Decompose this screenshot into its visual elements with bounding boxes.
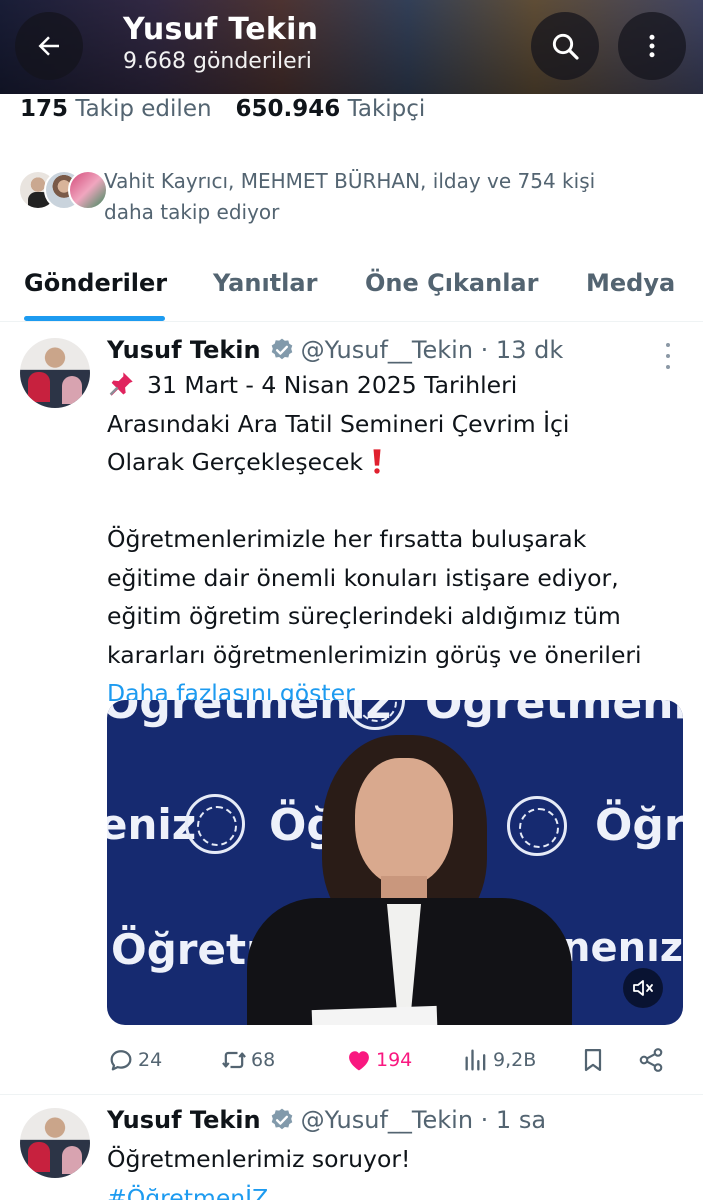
pushpin-icon <box>109 372 133 396</box>
post-handle-time: @Yusuf__Tekin · 13 dk <box>300 336 564 364</box>
mute-button[interactable] <box>623 968 663 1008</box>
mute-icon <box>633 980 653 996</box>
post-handle-time: @Yusuf__Tekin · 1 sa <box>300 1106 547 1134</box>
emblem-icon <box>507 796 567 856</box>
post-text-line: Öğretmenlerimizle her fırsatta buluşarak <box>107 525 587 553</box>
back-arrow-icon <box>38 36 59 56</box>
repost-icon <box>222 1051 246 1069</box>
follow-stats: 175 Takip edilen 650.946 Takipçi <box>20 96 425 122</box>
search-icon <box>552 33 579 60</box>
post-divider <box>0 1094 703 1095</box>
post-actions: 24 68 194 9,2B <box>107 1040 677 1080</box>
reply-button[interactable]: 24 <box>107 1040 162 1080</box>
back-button[interactable] <box>15 12 83 80</box>
tab-replies[interactable]: Yanıtlar <box>213 269 317 297</box>
post-count: 9.668 gönderileri <box>123 49 312 74</box>
followers-count: 650.946 <box>235 96 341 122</box>
profile-tabs: Gönderiler Yanıtlar Öne Çıkanlar Medya <box>0 256 703 322</box>
profile-name: Yusuf Tekin <box>123 12 319 47</box>
hashtag-link[interactable]: #ÖğretmenİZ <box>107 1179 692 1200</box>
tab-posts[interactable]: Gönderiler <box>24 269 167 297</box>
verified-badge-icon <box>271 338 292 360</box>
post-text: Öğretmenlerimiz soruyor! #ÖğretmenİZ <box>107 1140 692 1200</box>
more-options-button[interactable] <box>618 12 686 80</box>
bookmark-icon <box>584 1048 602 1072</box>
post-text-line: eğitim öğretim süreçlerindeki aldığımız … <box>107 602 621 630</box>
following-label: Takip edilen <box>75 96 212 122</box>
reply-icon <box>110 1050 132 1071</box>
verified-badge-icon <box>271 1108 292 1130</box>
tab-highlights[interactable]: Öne Çıkanlar <box>365 269 538 297</box>
like-count: 194 <box>376 1049 413 1071</box>
post-video[interactable]: Öğretmeniz Öğretmeniz eniz Öğre Öğre Öğr… <box>107 700 683 1025</box>
video-bg-text: eniz <box>107 800 197 849</box>
view-count: 9,2B <box>493 1049 537 1071</box>
video-bg-text: nenız <box>562 925 683 971</box>
post-text-line: Öğretmenlerimiz soruyor! <box>107 1145 411 1173</box>
followed-by-avatars <box>18 166 108 216</box>
share-button[interactable] <box>637 1040 668 1080</box>
video-person-face <box>355 758 453 886</box>
like-button[interactable]: 194 <box>345 1040 412 1080</box>
avatar[interactable] <box>20 338 90 408</box>
post-header: Yusuf Tekin @Yusuf__Tekin · 1 sa <box>107 1106 546 1134</box>
active-tab-indicator <box>24 316 165 321</box>
post-text: 31 Mart - 4 Nisan 2025 Tarihleri Arasınd… <box>107 366 692 713</box>
header-title: Yusuf Tekin 9.668 gönderileri <box>123 12 318 74</box>
followed-by[interactable]: Vahit Kayrıcı, MEHMET BÜRHAN, ilday ve 7… <box>18 166 678 228</box>
video-bg-text: Öğre <box>595 800 683 851</box>
repost-button[interactable]: 68 <box>220 1040 275 1080</box>
profile-header: Yusuf Tekin 9.668 gönderileri <box>0 0 703 94</box>
tab-media[interactable]: Medya <box>586 269 675 297</box>
post-text-line: 31 Mart - 4 Nisan 2025 Tarihleri <box>107 366 692 405</box>
views-button[interactable]: 9,2B <box>462 1040 536 1080</box>
post-text-line: Olarak Gerçekleşecek <box>107 443 692 482</box>
post-text-line-content: Olarak Gerçekleşecek <box>107 448 364 476</box>
post-text-line: Arasındaki Ara Tatil Semineri Çevrim İçi <box>107 409 570 438</box>
following-link[interactable]: 175 Takip edilen <box>20 96 212 122</box>
followed-by-line: Vahit Kayrıcı, MEHMET BÜRHAN, ilday ve 7… <box>104 169 596 193</box>
followers-label: Takipçi <box>347 96 426 122</box>
following-count: 175 <box>20 96 69 122</box>
exclamation-icon <box>373 449 381 474</box>
more-vertical-icon <box>649 34 655 58</box>
avatar[interactable] <box>20 1108 90 1178</box>
like-icon <box>349 1051 369 1071</box>
followed-by-text: Vahit Kayrıcı, MEHMET BÜRHAN, ilday ve 7… <box>104 166 595 228</box>
followers-link[interactable]: 650.946 Takipçi <box>236 96 426 122</box>
post-author-name[interactable]: Yusuf Tekin <box>107 1106 261 1134</box>
followed-by-line: daha takip ediyor <box>104 200 280 224</box>
video-bg-text: Öğretmeniz <box>425 700 683 729</box>
post-header: Yusuf Tekin @Yusuf__Tekin · 13 dk <box>107 336 563 364</box>
share-icon <box>639 1048 663 1072</box>
video-paper <box>311 1005 438 1025</box>
reply-count: 24 <box>138 1049 163 1071</box>
repost-count: 68 <box>251 1049 276 1071</box>
search-button[interactable] <box>531 12 599 80</box>
avatar <box>68 170 108 210</box>
post-text-line: kararları öğretmenlerimizin görüş ve öne… <box>107 640 642 669</box>
post-text-line: eğitime dair önemli konuları istişare ed… <box>107 563 619 592</box>
post-text-line-content: 31 Mart - 4 Nisan 2025 Tarihleri <box>147 371 518 399</box>
views-icon <box>465 1049 486 1071</box>
post-author-name[interactable]: Yusuf Tekin <box>107 336 261 364</box>
emblem-icon <box>185 794 245 854</box>
bookmark-button[interactable] <box>579 1040 610 1080</box>
